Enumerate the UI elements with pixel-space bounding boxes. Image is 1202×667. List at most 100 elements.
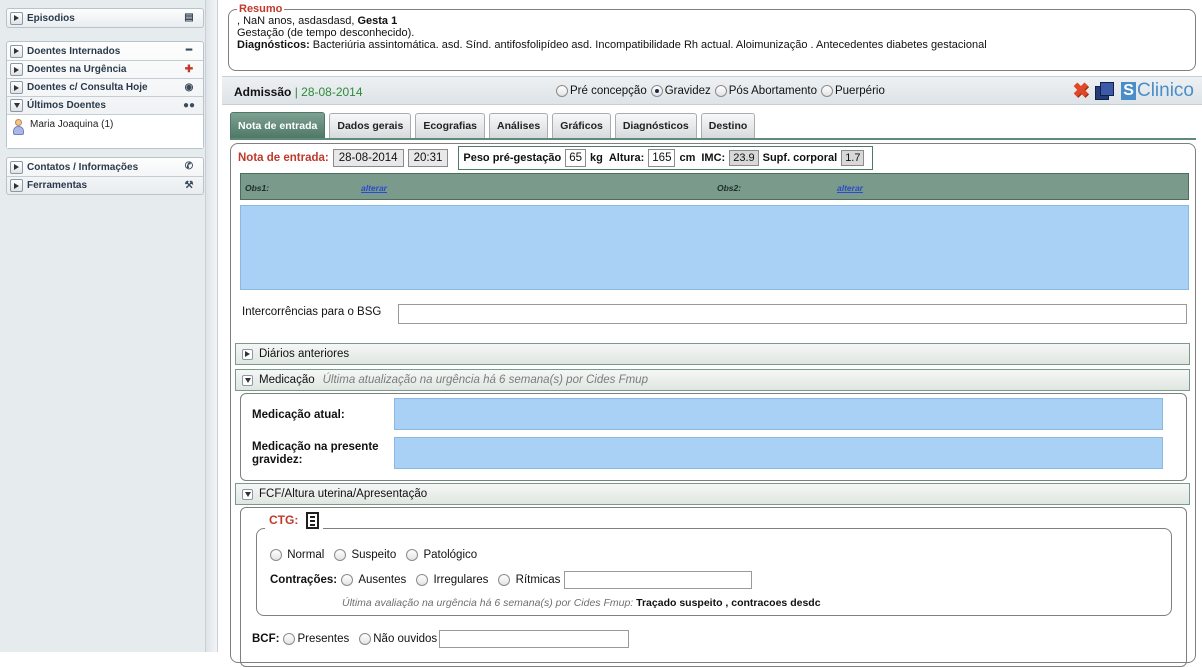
section-fcf[interactable]: FCF/Altura uterina/Apresentação bbox=[235, 483, 1190, 505]
tab-dados-gerais[interactable]: Dados gerais bbox=[329, 113, 412, 138]
summary-panel: Resumo , NaN anos, asdasdasd, Gesta 1 Ge… bbox=[228, 3, 1196, 71]
expand-icon[interactable] bbox=[10, 44, 23, 58]
document-icon[interactable] bbox=[306, 512, 320, 529]
phase-label: Puerpério bbox=[834, 85, 885, 97]
radio-icon[interactable] bbox=[334, 549, 347, 561]
ctg-options: Normal Suspeito Patológico bbox=[270, 549, 487, 561]
radio-selected-icon[interactable] bbox=[650, 85, 663, 97]
option-label: Suspeito bbox=[351, 549, 397, 561]
section-diarios[interactable]: Diários anteriores bbox=[235, 343, 1190, 365]
ctg-label: CTG: bbox=[269, 513, 299, 527]
radio-icon[interactable] bbox=[820, 85, 833, 97]
tab-graficos[interactable]: Gráficos bbox=[552, 113, 611, 138]
bcf-option-presentes[interactable]: Presentes bbox=[283, 633, 349, 645]
phase-option-pre-concepcao[interactable]: Pré concepção bbox=[556, 85, 647, 97]
intercorrencias-input[interactable] bbox=[398, 304, 1187, 324]
observations-bar: Obs1: alterar Obs2: alterar bbox=[240, 173, 1189, 200]
nota-date-field[interactable]: 28-08-2014 bbox=[332, 149, 404, 167]
sidebar-item-label: Episodios bbox=[27, 12, 75, 24]
contracoes-input[interactable] bbox=[564, 571, 753, 589]
diagnoses-text: Bacteriúria assintomática. asd. Sínd. an… bbox=[309, 39, 987, 51]
diagnoses-label: Diagnósticos: bbox=[237, 39, 310, 51]
tab-destino[interactable]: Destino bbox=[700, 113, 756, 138]
biometrics-box: Peso pré-gestação 65 kg Altura: 165 cm I… bbox=[458, 146, 874, 170]
radio-icon[interactable] bbox=[556, 85, 568, 97]
radio-icon[interactable] bbox=[498, 574, 511, 586]
summary-diagnoses: Diagnósticos: Bacteriúria assintomática.… bbox=[237, 39, 1187, 51]
sidebar-item-internados[interactable]: Doentes Internados ━ bbox=[7, 42, 203, 60]
close-icon[interactable]: ✖ bbox=[1073, 80, 1090, 102]
admission-actions: ✖ S Clinico bbox=[1073, 80, 1194, 102]
sidebar-splitter[interactable] bbox=[206, 0, 218, 652]
sidebar-item-episodios[interactable]: Episodios ▤ bbox=[7, 9, 203, 27]
collapse-icon[interactable] bbox=[242, 374, 253, 386]
section-title: Diários anteriores bbox=[259, 348, 350, 360]
altura-input[interactable]: 165 bbox=[648, 149, 676, 167]
section-title: Medicação bbox=[259, 374, 315, 386]
patient-avatar-icon bbox=[13, 119, 24, 135]
radio-icon[interactable] bbox=[270, 549, 282, 561]
patient-list-item[interactable]: Maria Joaquina (1) bbox=[7, 114, 203, 148]
supf-value: 1.7 bbox=[841, 150, 865, 166]
peso-input[interactable]: 65 bbox=[565, 149, 586, 167]
medicacao-atual-field[interactable] bbox=[394, 398, 1163, 430]
expand-icon[interactable] bbox=[10, 81, 23, 94]
tab-nota-entrada[interactable]: Nota de entrada bbox=[230, 112, 326, 138]
bcf-label: BCF: bbox=[252, 633, 280, 645]
sidebar-item-urgencia[interactable]: Doentes na Urgência ✚ bbox=[7, 60, 203, 78]
phase-option-gravidez[interactable]: Gravidez bbox=[650, 85, 711, 97]
obs2-edit-link[interactable]: alterar bbox=[837, 183, 863, 193]
tab-ecografias[interactable]: Ecografias bbox=[415, 113, 486, 138]
radio-icon[interactable] bbox=[406, 549, 419, 561]
radio-icon[interactable] bbox=[714, 85, 727, 97]
radio-icon[interactable] bbox=[341, 574, 354, 586]
medicacao-gravidez-field[interactable] bbox=[394, 437, 1163, 469]
section-medicacao[interactable]: Medicação Última atualização na urgência… bbox=[235, 369, 1190, 391]
ctg-option-patologico[interactable]: Patológico bbox=[406, 549, 477, 561]
expand-icon[interactable] bbox=[10, 63, 23, 76]
radio-icon[interactable] bbox=[416, 574, 429, 586]
nota-time-field[interactable]: 20:31 bbox=[407, 149, 449, 167]
sidebar-item-contatos[interactable]: Contatos / Informações ✆ bbox=[7, 158, 203, 176]
calendar-user-icon: ◉ bbox=[184, 82, 194, 93]
ctg-option-suspeito[interactable]: Suspeito bbox=[334, 549, 396, 561]
save-icon[interactable] bbox=[1095, 82, 1115, 100]
obs1-edit-link[interactable]: alterar bbox=[361, 183, 387, 193]
sidebar-item-label: Últimos Doentes bbox=[27, 100, 106, 111]
expand-icon[interactable] bbox=[242, 348, 253, 360]
contracoes-option-ausentes[interactable]: Ausentes bbox=[341, 574, 406, 586]
logo-text: Clinico bbox=[1136, 80, 1194, 101]
altura-label: Altura: bbox=[608, 152, 645, 164]
ctg-option-normal[interactable]: Normal bbox=[270, 549, 324, 561]
expand-icon[interactable] bbox=[10, 11, 23, 25]
collapse-icon[interactable] bbox=[242, 488, 253, 500]
tab-bar: Nota de entrada Dados gerais Ecografias … bbox=[230, 110, 759, 138]
sidebar-item-ultimos[interactable]: Últimos Doentes ●● bbox=[7, 96, 203, 114]
contracoes-option-ritmicas[interactable]: Rítmicas bbox=[498, 574, 560, 586]
sidebar-group-episodios: Episodios ▤ bbox=[6, 8, 204, 28]
nota-entrada-header: Nota de entrada: 28-08-2014 20:31 Peso p… bbox=[238, 146, 874, 170]
phase-option-pos-abortamento[interactable]: Pós Abortamento bbox=[714, 85, 817, 97]
expand-icon[interactable] bbox=[10, 179, 23, 192]
tab-analises[interactable]: Análises bbox=[489, 113, 549, 138]
sidebar-item-ferramentas[interactable]: Ferramentas ⚒ bbox=[7, 176, 203, 194]
bcf-option-nao-ouvidos[interactable]: Não ouvidos bbox=[359, 633, 437, 645]
sclinico-logo: S Clinico bbox=[1121, 80, 1194, 102]
collapse-icon[interactable] bbox=[10, 99, 23, 112]
phone-icon: ✆ bbox=[184, 161, 194, 172]
phase-option-puerperio[interactable]: Puerpério bbox=[820, 85, 885, 97]
expand-icon[interactable] bbox=[10, 160, 23, 174]
radio-icon[interactable] bbox=[283, 633, 296, 645]
first-aid-icon: ✚ bbox=[184, 64, 194, 75]
bcf-input[interactable] bbox=[439, 630, 630, 648]
clipboard-icon: ▤ bbox=[184, 12, 194, 23]
sidebar-item-consulta[interactable]: Doentes c/ Consulta Hoje ◉ bbox=[7, 78, 203, 96]
observations-textarea[interactable] bbox=[240, 205, 1189, 290]
contracoes-option-irregulares[interactable]: Irregulares bbox=[416, 574, 488, 586]
bcf-row: BCF: Presentes Não ouvidos bbox=[252, 630, 630, 648]
tab-diagnosticos[interactable]: Diagnósticos bbox=[614, 113, 697, 138]
radio-icon[interactable] bbox=[359, 633, 372, 645]
peso-unit: kg bbox=[589, 152, 603, 164]
medicacao-atual-label: Medicação atual: bbox=[252, 409, 345, 421]
contracoes-label: Contrações: bbox=[270, 574, 338, 586]
